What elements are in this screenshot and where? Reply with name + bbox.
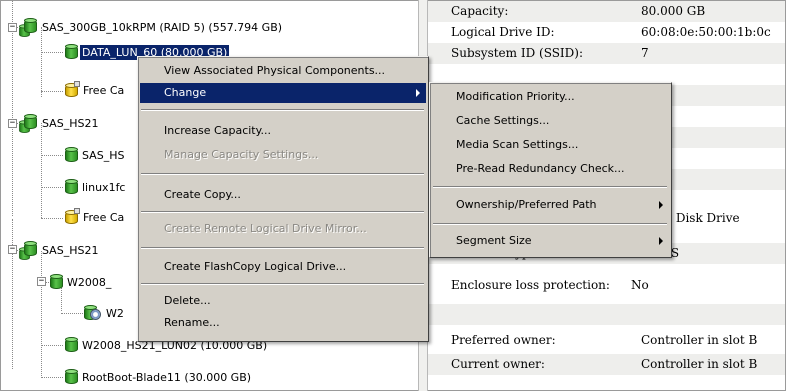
menu-separator	[141, 283, 424, 285]
logical-drive-icon	[65, 146, 78, 164]
logical-drive-icon	[65, 336, 78, 354]
property-label: Capacity:	[451, 4, 509, 18]
tree-item-label: Free Ca	[83, 83, 125, 97]
menu-separator	[141, 173, 424, 175]
tree-item-rootboot-blade11[interactable]: RootBoot-Blade11 (30.000 GB)	[65, 368, 253, 386]
tree-connector	[41, 27, 42, 97]
tree-item-label: RootBoot-Blade11 (30.000 GB)	[82, 370, 252, 384]
tree-connector	[61, 313, 83, 314]
tree-connector	[41, 91, 63, 92]
property-value: Controller in slot B	[641, 357, 758, 371]
submenu-arrow-icon	[659, 237, 663, 245]
menu-item-cache-settings[interactable]: Cache Settings...	[432, 111, 669, 131]
menu-item-change[interactable]: Change	[140, 83, 426, 103]
menu-item-create-flashcopy[interactable]: Create FlashCopy Logical Drive...	[140, 257, 426, 277]
tree-item-label: SAS_HS21	[42, 116, 99, 130]
property-value: No	[631, 278, 649, 292]
array-icon	[18, 18, 38, 38]
logical-drive-icon	[65, 368, 78, 386]
menu-item-rename[interactable]: Rename...	[140, 313, 426, 333]
tree-item-label: SAS_HS21	[42, 243, 99, 257]
menu-item-increase-capacity[interactable]: Increase Capacity...	[140, 121, 426, 141]
property-row: Capacity: 80.000 GB	[428, 1, 785, 22]
menu-item-media-scan-settings[interactable]: Media Scan Settings...	[432, 135, 669, 155]
tree-item-free-capacity[interactable]: Free Ca	[65, 81, 126, 99]
menu-item-view-physical-components[interactable]: View Associated Physical Components...	[140, 61, 426, 81]
tree-connector	[41, 345, 63, 346]
tree-connector	[41, 52, 63, 53]
menu-item-pre-read-redundancy-check[interactable]: Pre-Read Redundancy Check...	[432, 159, 669, 179]
tree-item-sas-hs[interactable]: SAS_HS	[65, 146, 126, 164]
property-label: Enclosure loss protection:	[451, 278, 610, 292]
logical-drive-icon	[65, 43, 78, 61]
tree-connector	[41, 377, 63, 378]
tree-item-label: SAS_300GB_10kRPM (RAID 5) (557.794 GB)	[42, 20, 283, 34]
menu-item-ownership-preferred-path[interactable]: Ownership/Preferred Path	[432, 195, 669, 215]
property-row	[428, 304, 785, 325]
tree-item-label: SAS_HS	[82, 148, 125, 162]
logical-drive-icon	[65, 178, 78, 196]
tree-connector	[12, 219, 13, 369]
menu-item-segment-size[interactable]: Segment Size	[432, 231, 669, 251]
menu-item-delete[interactable]: Delete...	[140, 291, 426, 311]
property-label: Current owner:	[451, 357, 545, 371]
collapse-toggle-icon[interactable]: −	[8, 23, 17, 32]
menu-separator	[433, 186, 667, 188]
tree-connector	[41, 155, 63, 156]
free-capacity-icon	[65, 208, 80, 225]
property-value: 80.000 GB	[641, 4, 706, 18]
property-value: Controller in slot B	[641, 333, 758, 347]
menu-item-modification-priority[interactable]: Modification Priority...	[432, 87, 669, 107]
tree-connector	[12, 1, 13, 216]
logical-drive-icon	[50, 273, 63, 291]
change-submenu: Modification Priority... Cache Settings.…	[429, 82, 672, 258]
tree-item-array-sas-300gb[interactable]: SAS_300GB_10kRPM (RAID 5) (557.794 GB)	[18, 18, 284, 38]
property-row: Current owner: Controller in slot B	[428, 354, 785, 375]
tree-connector	[41, 187, 63, 188]
collapse-toggle-icon[interactable]: −	[8, 119, 17, 128]
property-value: 7	[641, 46, 649, 60]
menu-item-label: Segment Size	[456, 234, 532, 247]
flashcopy-icon	[84, 305, 102, 321]
submenu-arrow-icon	[659, 201, 663, 209]
menu-separator	[433, 223, 667, 225]
context-menu: View Associated Physical Components... C…	[137, 56, 429, 342]
tree-item-array-sas-hs21[interactable]: SAS_HS21	[18, 241, 100, 261]
menu-item-create-copy[interactable]: Create Copy...	[140, 185, 426, 205]
submenu-arrow-icon	[416, 89, 420, 97]
tree-connector	[41, 218, 63, 219]
tree-connector	[41, 251, 42, 376]
property-label: Preferred owner:	[451, 333, 556, 347]
tree-item-w2008[interactable]: W2008_	[50, 273, 113, 291]
tree-item-free-capacity[interactable]: Free Ca	[65, 208, 126, 226]
tree-item-w2-flashcopy[interactable]: W2	[84, 304, 126, 322]
property-row: Logical Drive ID: 60:08:0e:50:00:1b:0c	[428, 22, 785, 43]
array-icon	[18, 114, 38, 134]
property-row: Subsystem ID (SSID): 7	[428, 43, 785, 64]
free-capacity-icon	[65, 81, 80, 98]
menu-separator	[141, 211, 424, 213]
property-label: Subsystem ID (SSID):	[451, 46, 584, 60]
tree-item-array-sas-hs21[interactable]: SAS_HS21	[18, 114, 100, 134]
menu-separator	[141, 109, 424, 111]
collapse-toggle-icon[interactable]: −	[8, 245, 17, 254]
property-value: 60:08:0e:50:00:1b:0c	[641, 25, 771, 39]
array-icon	[18, 241, 38, 261]
collapse-toggle-icon[interactable]: −	[37, 277, 46, 286]
tree-item-label: W2	[106, 306, 124, 320]
menu-item-label: Ownership/Preferred Path	[456, 198, 597, 211]
menu-item-create-remote-mirror[interactable]: Create Remote Logical Drive Mirror...	[140, 219, 426, 239]
menu-item-label: Change	[164, 86, 207, 99]
tree-item-label: W2008_	[67, 275, 112, 289]
property-row: Preferred owner: Controller in slot B	[428, 330, 785, 351]
tree-item-label: Free Ca	[83, 210, 125, 224]
tree-item-label: linux1fc	[82, 180, 126, 194]
menu-separator	[141, 247, 424, 249]
menu-item-manage-capacity-settings[interactable]: Manage Capacity Settings...	[140, 145, 426, 165]
tree-connector	[41, 123, 42, 218]
property-label: Logical Drive ID:	[451, 25, 555, 39]
property-row: Enclosure loss protection: No	[428, 275, 785, 296]
tree-item-linux1fc[interactable]: linux1fc	[65, 178, 127, 196]
